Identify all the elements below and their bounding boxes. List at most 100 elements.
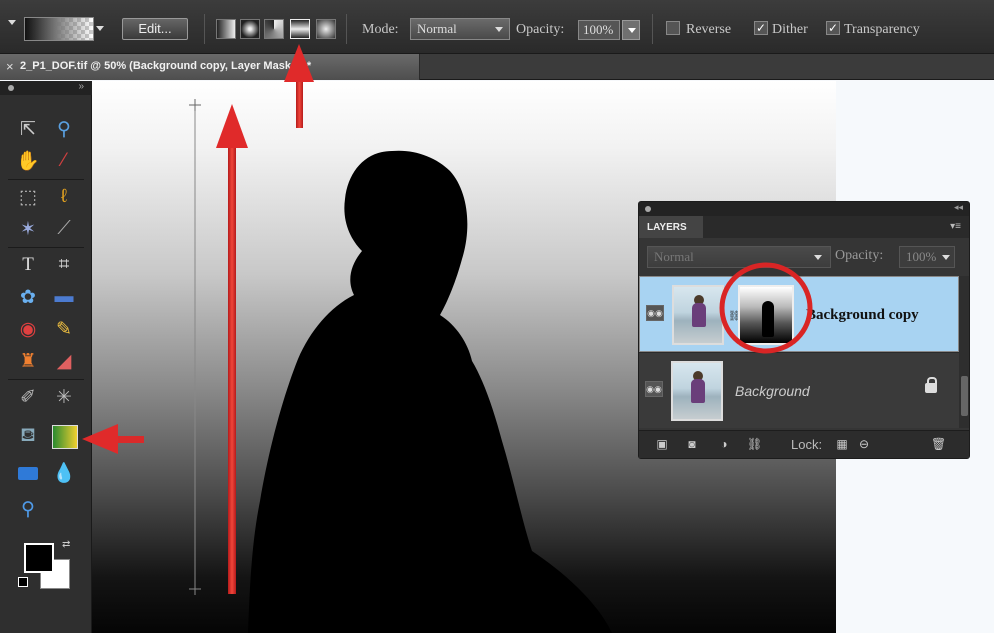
- dither-label: Dither: [772, 22, 808, 37]
- layer-row-background-copy[interactable]: ◉◉ ⛓ Background copy: [639, 276, 959, 352]
- visibility-eye-icon[interactable]: ◉◉: [646, 305, 664, 321]
- visibility-eye-icon[interactable]: ◉◉: [645, 381, 663, 397]
- close-icon[interactable]: ×: [6, 59, 14, 74]
- opacity-input[interactable]: 100%: [578, 20, 620, 40]
- layers-panel: ◂◂ LAYERS ▾≡ Normal Opacity: 100% ◉◉ ⛓ B…: [638, 201, 970, 459]
- document-tab[interactable]: × 2_P1_DOF.tif @ 50% (Background copy, L…: [0, 54, 420, 80]
- options-divider: [652, 14, 653, 44]
- chevron-down-icon: [495, 27, 503, 32]
- eraser-tool-icon[interactable]: ◢: [52, 349, 76, 373]
- marquee-tool-icon[interactable]: ⬚: [16, 185, 40, 209]
- thumbnail-figure: [692, 303, 706, 327]
- move-tool-icon[interactable]: ⇱: [16, 117, 40, 141]
- hand-tool-icon[interactable]: ✋: [16, 149, 40, 173]
- brush-tool-icon[interactable]: ✐: [16, 385, 40, 409]
- layer-opacity-input[interactable]: 100%: [899, 246, 955, 268]
- zoom-tool-icon[interactable]: ⚲: [52, 117, 76, 141]
- tool-preset-dropdown-icon[interactable]: [8, 20, 16, 25]
- chevron-down-icon: [814, 255, 822, 260]
- panel-grip-icon: [645, 206, 651, 212]
- opacity-label: Opacity:: [516, 22, 565, 37]
- rectangle-shape-tool-icon[interactable]: [16, 461, 40, 485]
- adjustment-layer-icon[interactable]: ◑: [717, 437, 731, 451]
- lock-all-icon[interactable]: ⊖: [857, 437, 871, 451]
- reflected-gradient-icon[interactable]: [290, 19, 310, 39]
- recompose-tool-icon[interactable]: ▬: [52, 285, 76, 309]
- scrollbar-thumb[interactable]: [961, 376, 968, 416]
- lock-transparency-icon[interactable]: ▦: [835, 437, 849, 451]
- transparency-label: Transparency: [844, 22, 920, 37]
- toolbox-divider: [8, 247, 84, 248]
- lock-label: Lock:: [791, 437, 823, 452]
- add-mask-icon[interactable]: ◙: [685, 437, 699, 451]
- default-colors-icon[interactable]: [18, 577, 28, 587]
- toolbox-header: »: [0, 81, 92, 95]
- reverse-checkbox[interactable]: [666, 21, 680, 35]
- panel-tab-row: LAYERS ▾≡: [639, 216, 969, 238]
- link-layers-icon[interactable]: ⛓: [747, 437, 762, 451]
- diamond-gradient-icon[interactable]: [316, 19, 336, 39]
- mode-label: Mode:: [362, 22, 399, 37]
- layer-name: Background: [735, 383, 810, 399]
- app-window: Edit... Mode: Normal Opacity: 100% Rever…: [0, 0, 994, 633]
- lock-icon: [925, 377, 937, 393]
- opacity-slider-button[interactable]: [622, 20, 640, 40]
- transparency-checkbox[interactable]: ✓: [826, 21, 840, 35]
- delete-layer-icon[interactable]: 🗑: [931, 437, 946, 451]
- paint-bucket-tool-icon[interactable]: ⛾: [16, 425, 40, 449]
- swap-colors-icon[interactable]: ⇄: [62, 539, 70, 550]
- layers-panel-footer: ▣ ◙ ◑ ⛓ Lock: ▦ ⊖ 🗑: [639, 430, 969, 458]
- edit-gradient-button[interactable]: Edit...: [122, 18, 188, 40]
- layers-scrollbar[interactable]: [959, 276, 969, 428]
- panel-titlebar[interactable]: ◂◂: [639, 202, 969, 216]
- collapse-icon[interactable]: ◂◂: [954, 202, 963, 213]
- sponge-tool-icon[interactable]: ⚲: [16, 497, 40, 521]
- eyedropper-tool-icon[interactable]: ⁄: [52, 149, 76, 173]
- gradient-tool-icon[interactable]: [52, 425, 78, 449]
- toolbox: » ⇱ ⚲ ✋ ⁄ ⬚ ℓ ✶ ⟋ T ⌗ ✿ ▬ ◉ ✎ ♜ ◢ ✐ ✳ ⛾ …: [0, 81, 92, 633]
- smart-brush-tool-icon[interactable]: ✳: [52, 385, 76, 409]
- layer-opacity-label: Opacity:: [835, 248, 884, 263]
- type-tool-icon[interactable]: T: [16, 253, 40, 277]
- linear-gradient-icon[interactable]: [216, 19, 236, 39]
- radial-gradient-icon[interactable]: [240, 19, 260, 39]
- clone-stamp-tool-icon[interactable]: ♜: [16, 349, 40, 373]
- panel-grip-icon: [8, 85, 14, 91]
- healing-brush-tool-icon[interactable]: ✎: [52, 317, 76, 341]
- toolbox-divider: [8, 179, 84, 180]
- blur-tool-icon[interactable]: 💧: [52, 461, 76, 485]
- crop-tool-icon[interactable]: ⌗: [52, 253, 76, 277]
- red-eye-tool-icon[interactable]: ◉: [16, 317, 40, 341]
- mode-select[interactable]: Normal: [410, 18, 510, 40]
- dither-checkbox[interactable]: ✓: [754, 21, 768, 35]
- gradient-picker-swatch[interactable]: [24, 17, 94, 41]
- lasso-tool-icon[interactable]: ℓ: [52, 185, 76, 209]
- tool-options-bar: Edit... Mode: Normal Opacity: 100% Rever…: [0, 0, 994, 54]
- tab-layers[interactable]: LAYERS: [639, 216, 703, 238]
- custom-shape-tool-icon[interactable]: ✿: [16, 285, 40, 309]
- options-divider: [346, 14, 347, 44]
- layer-name: Background copy: [806, 307, 919, 323]
- new-layer-icon[interactable]: ▣: [655, 437, 669, 451]
- layer-opacity-value: 100%: [906, 249, 937, 264]
- quick-selection-tool-icon[interactable]: ⟋: [52, 217, 76, 241]
- document-tab-bar: × 2_P1_DOF.tif @ 50% (Background copy, L…: [0, 54, 994, 80]
- collapse-icon[interactable]: »: [78, 81, 84, 92]
- options-divider: [204, 14, 205, 44]
- foreground-color-swatch[interactable]: [24, 543, 54, 573]
- blend-mode-value: Normal: [654, 249, 694, 264]
- panel-menu-icon[interactable]: ▾≡: [950, 221, 961, 232]
- mask-silhouette: [762, 301, 774, 337]
- reverse-label: Reverse: [686, 22, 732, 37]
- mode-select-value: Normal: [417, 21, 457, 36]
- gradient-picker-dropdown-icon[interactable]: [96, 26, 104, 31]
- layer-row-background[interactable]: ◉◉ Background: [639, 352, 959, 428]
- blend-mode-select[interactable]: Normal: [647, 246, 831, 268]
- layer-thumbnail: [671, 361, 723, 421]
- layer-thumbnail: [672, 285, 724, 345]
- angle-gradient-icon[interactable]: [264, 19, 284, 39]
- document-title: 2_P1_DOF.tif @ 50% (Background copy, Lay…: [20, 60, 312, 72]
- thumbnail-figure: [691, 379, 705, 403]
- layer-mask-thumbnail[interactable]: [738, 285, 794, 345]
- magic-wand-tool-icon[interactable]: ✶: [16, 217, 40, 241]
